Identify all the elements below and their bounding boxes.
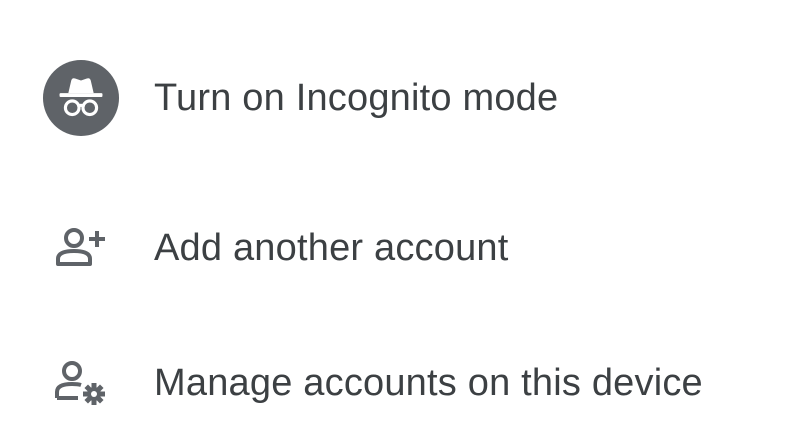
icon-slot: [0, 354, 150, 412]
menu-item-add-account[interactable]: Add another account: [0, 198, 800, 298]
incognito-icon: [42, 59, 120, 137]
add-account-label: Add another account: [154, 226, 509, 269]
incognito-label: Turn on Incognito mode: [154, 76, 559, 119]
account-menu: Turn on Incognito mode Add another accou…: [0, 0, 800, 419]
icon-slot: [0, 59, 150, 137]
menu-item-manage-accounts[interactable]: Manage accounts on this device: [0, 333, 800, 433]
add-person-icon: [56, 228, 105, 266]
manage-accounts-label: Manage accounts on this device: [154, 361, 703, 404]
menu-item-incognito[interactable]: Turn on Incognito mode: [0, 48, 800, 148]
icon-slot: [0, 219, 150, 277]
manage-accounts-icon: [55, 361, 105, 405]
